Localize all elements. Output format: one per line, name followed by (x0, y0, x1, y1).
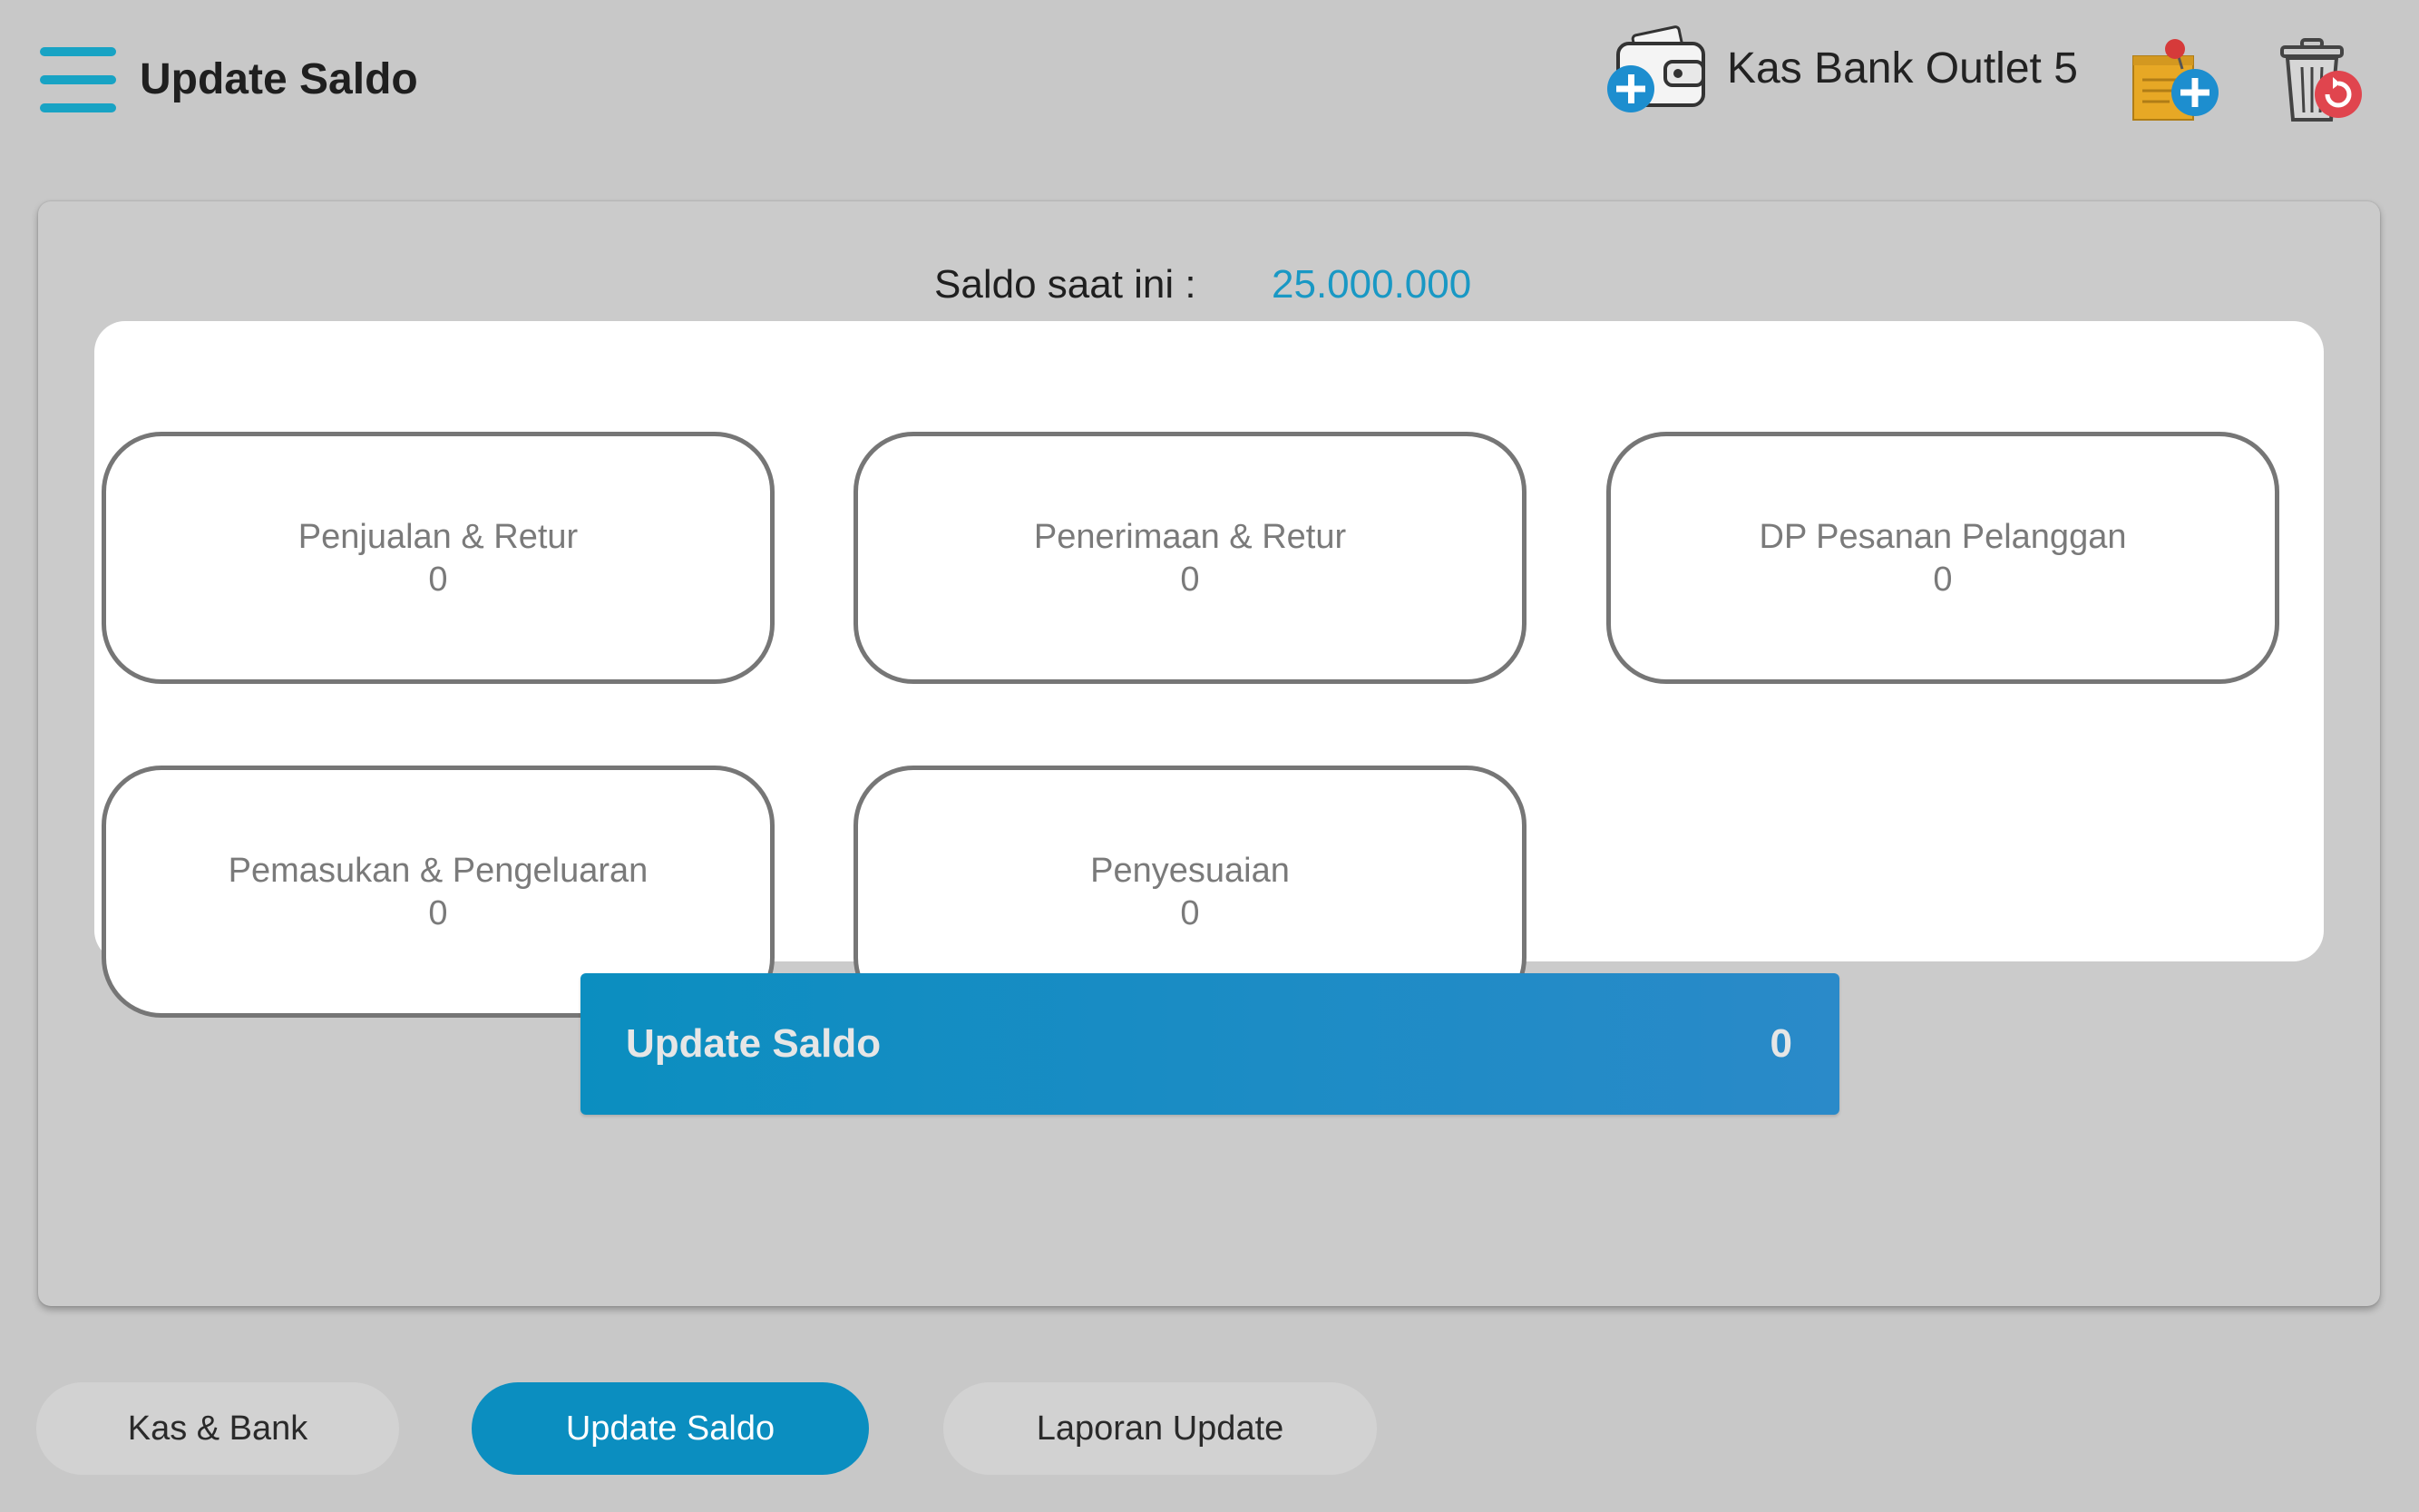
tile-dp-pesanan-pelanggan[interactable]: DP Pesanan Pelanggan 0 (1606, 432, 2279, 684)
page-title: Update Saldo (140, 55, 418, 103)
tile-value: 0 (428, 894, 448, 932)
note-add-icon[interactable] (2130, 36, 2226, 123)
tile-penjualan-retur[interactable]: Penjualan & Retur 0 (102, 432, 775, 684)
update-saldo-button-value: 0 (1770, 1021, 1792, 1066)
tile-value: 0 (1180, 894, 1200, 932)
current-balance-row: Saldo saat ini : 25.000.000 (38, 256, 2380, 314)
wallet-add-icon[interactable] (1602, 24, 1711, 118)
hamburger-menu-icon[interactable] (40, 47, 116, 112)
tile-label: Penjualan & Retur (297, 518, 579, 556)
top-bar: Update Saldo Kas Bank Outlet 5 (0, 0, 2419, 163)
outlet-name[interactable]: Kas Bank Outlet 5 (1727, 40, 2078, 98)
tile-label: DP Pesanan Pelanggan (1759, 518, 2127, 556)
tile-label: Penyesuaian (1090, 852, 1290, 890)
tile-penerimaan-retur[interactable]: Penerimaan & Retur 0 (853, 432, 1527, 684)
update-saldo-button-label: Update Saldo (626, 1021, 882, 1066)
menu-line (40, 47, 116, 56)
balance-card: Saldo saat ini : 25.000.000 Penjualan & … (38, 201, 2380, 1306)
current-balance-label: Saldo saat ini : (934, 262, 1196, 307)
tab-kas-bank[interactable]: Kas & Bank (36, 1382, 399, 1475)
tab-laporan-update[interactable]: Laporan Update (943, 1382, 1377, 1475)
tile-value: 0 (428, 561, 448, 599)
tile-value: 0 (1180, 561, 1200, 599)
current-balance-value: 25.000.000 (1272, 262, 1472, 307)
update-saldo-button[interactable]: Update Saldo 0 (580, 973, 1839, 1115)
tile-value: 0 (1933, 561, 1953, 599)
menu-line (40, 75, 116, 84)
trash-restore-icon[interactable] (2275, 36, 2365, 125)
tile-label: Penerimaan & Retur (1033, 518, 1347, 556)
menu-line (40, 103, 116, 112)
tab-update-saldo[interactable]: Update Saldo (472, 1382, 869, 1475)
tile-label: Pemasukan & Pengeluaran (228, 852, 649, 890)
